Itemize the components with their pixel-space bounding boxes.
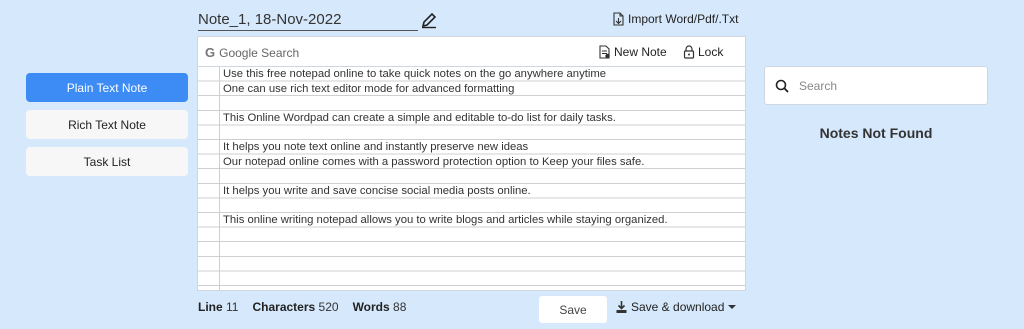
plain-text-note-button[interactable]: Plain Text Note: [26, 73, 188, 102]
google-search-label: Google Search: [219, 45, 300, 60]
editor-toolbar: G Google Search New Note Lock: [198, 37, 745, 67]
line-stat-value: 11: [226, 300, 239, 314]
line-stat-label: Line: [198, 300, 223, 314]
save-download-button[interactable]: Save & download: [616, 300, 737, 314]
note-title-input[interactable]: [198, 9, 418, 29]
save-download-label: Save & download: [631, 300, 725, 314]
editor-line: Use this free notepad online to take qui…: [223, 68, 607, 80]
editor-line: This Online Wordpad can create a simple …: [223, 111, 616, 124]
editor-line: Our notepad online comes with a password…: [223, 155, 645, 168]
line-stat: Line 11: [198, 300, 238, 314]
import-file-link[interactable]: Import Word/Pdf/.Txt: [612, 12, 738, 26]
new-note-icon: [599, 45, 610, 59]
google-icon: G: [205, 45, 216, 60]
task-list-button[interactable]: Task List: [26, 147, 188, 176]
rich-text-note-button[interactable]: Rich Text Note: [26, 110, 188, 139]
notes-search-box: [764, 66, 988, 105]
save-button[interactable]: Save: [539, 296, 607, 323]
notes-search-input[interactable]: [799, 78, 969, 93]
new-note-button[interactable]: New Note: [598, 45, 667, 59]
words-stat-value: 88: [393, 300, 407, 314]
note-stats: Line 11 Characters 520 Words 88: [198, 300, 406, 314]
plain-text-note-label: Plain Text Note: [66, 80, 148, 95]
editor-line: This online writing notepad allows you t…: [223, 213, 668, 226]
characters-stat: Characters 520: [252, 300, 338, 314]
editor-line: One can use rich text editor mode for ad…: [223, 82, 515, 95]
note-title-wrapper: [198, 9, 418, 31]
download-icon: [616, 301, 627, 313]
words-stat: Words 88: [353, 300, 407, 314]
edit-pencil-icon[interactable]: [420, 11, 438, 29]
google-search-button[interactable]: G Google Search: [205, 45, 299, 60]
notes-not-found-message: Notes Not Found: [819, 125, 933, 141]
search-icon: [775, 79, 789, 93]
editor-line: It helps you write and save concise soci…: [223, 184, 531, 197]
lock-icon: [683, 45, 695, 59]
note-text-area[interactable]: Use this free notepad online to take qui…: [198, 67, 745, 291]
lock-label: Lock: [698, 45, 724, 59]
characters-stat-value: 520: [318, 300, 339, 314]
import-label: Import Word/Pdf/.Txt: [628, 12, 739, 26]
task-list-label: Task List: [83, 154, 131, 169]
import-file-icon: [613, 12, 624, 26]
lock-button[interactable]: Lock: [683, 45, 723, 59]
new-note-label: New Note: [614, 45, 667, 59]
note-editor: G Google Search New Note Lock Use this f…: [197, 36, 746, 291]
rich-text-note-label: Rich Text Note: [68, 117, 146, 132]
editor-line: It helps you note text online and instan…: [223, 140, 529, 153]
characters-stat-label: Characters: [252, 300, 316, 314]
words-stat-label: Words: [352, 300, 390, 314]
caret-down-icon: [728, 305, 737, 309]
